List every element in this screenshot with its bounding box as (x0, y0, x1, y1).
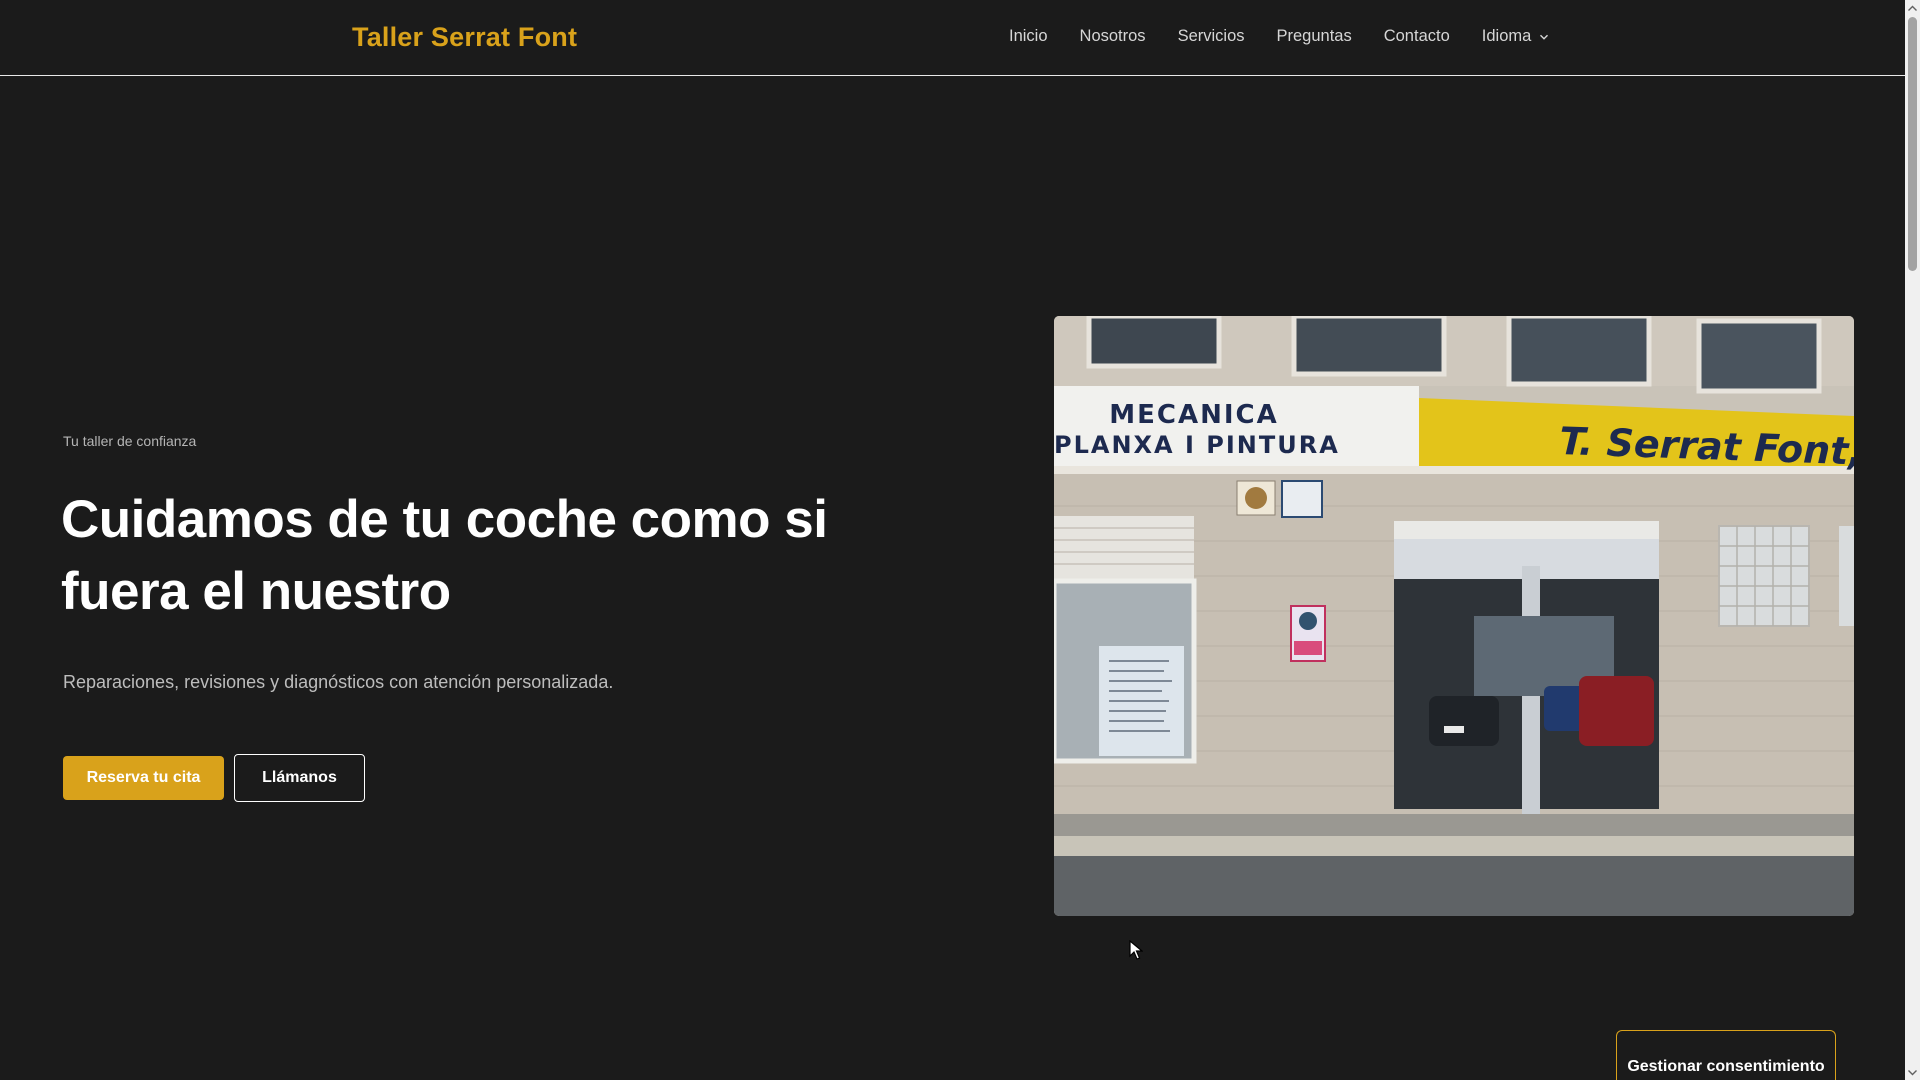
brand-logo[interactable]: Taller Serrat Font (352, 22, 577, 53)
nav-item-preguntas[interactable]: Preguntas (1277, 27, 1352, 46)
workshop-facade-photo: MECANICA PLANXA I PINTURA T. Serrat Font… (1054, 316, 1854, 916)
page-scrollbar[interactable] (1905, 0, 1920, 1080)
mouse-cursor-icon (1129, 940, 1143, 960)
main-nav: Inicio Nosotros Servicios Preguntas Cont… (1009, 27, 1549, 46)
workshop-facade-illustration: MECANICA PLANXA I PINTURA T. Serrat Font… (1054, 316, 1854, 916)
nav-item-servicios[interactable]: Servicios (1178, 27, 1245, 46)
hero-eyebrow: Tu taller de confianza (63, 433, 197, 449)
language-label: Idioma (1481, 27, 1532, 45)
chevron-down-icon (1540, 34, 1549, 40)
sign-text-planxa: PLANXA I PINTURA (1054, 431, 1340, 459)
site-header: Taller Serrat Font Inicio Nosotros Servi… (0, 0, 1905, 76)
scroll-down-arrow-icon[interactable] (1905, 1065, 1920, 1080)
scroll-thumb[interactable] (1908, 17, 1917, 271)
hero-title: Cuidamos de tu coche como si fuera el nu… (61, 490, 828, 621)
call-us-button[interactable]: Llámanos (234, 754, 365, 802)
hero-subtitle: Reparaciones, revisiones y diagnósticos … (63, 672, 614, 692)
nav-item-nosotros[interactable]: Nosotros (1080, 27, 1146, 46)
nav-item-inicio[interactable]: Inicio (1009, 27, 1048, 46)
language-dropdown[interactable]: Idioma (1482, 27, 1550, 46)
scroll-up-arrow-icon[interactable] (1905, 0, 1920, 15)
book-appointment-button[interactable]: Reserva tu cita (63, 756, 224, 800)
sign-text-mecanica: MECANICA (1109, 400, 1278, 430)
manage-consent-button[interactable]: Gestionar consentimiento (1616, 1030, 1836, 1080)
nav-item-contacto[interactable]: Contacto (1384, 27, 1450, 46)
